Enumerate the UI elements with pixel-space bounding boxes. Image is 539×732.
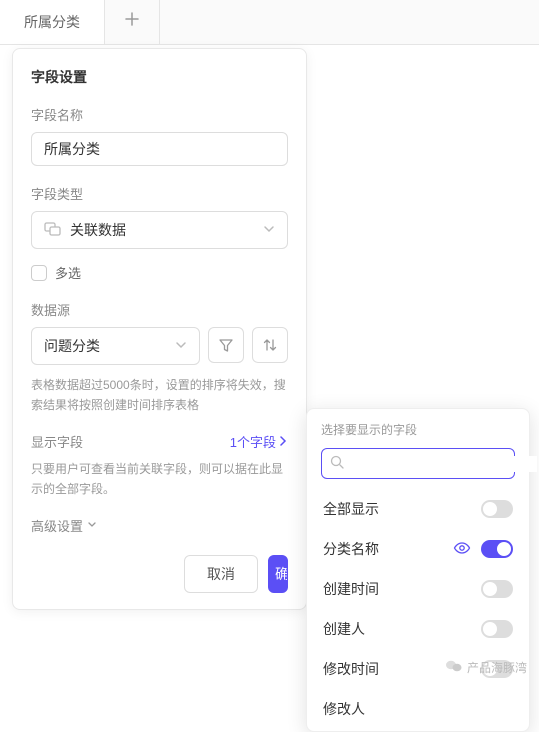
search-box[interactable]: [321, 448, 515, 479]
chevron-down-icon: [263, 222, 275, 238]
field-type-label: 字段类型: [31, 184, 288, 203]
sort-icon: [262, 337, 278, 353]
field-name-label: 字段名称: [31, 105, 288, 124]
field-item-label: 修改人: [323, 699, 365, 719]
field-item-show-all[interactable]: 全部显示: [321, 489, 515, 529]
chevron-right-icon: [278, 436, 288, 446]
toggle-category-name[interactable]: [481, 540, 513, 558]
tab-category[interactable]: 所属分类: [0, 0, 105, 44]
tab-add-button[interactable]: [105, 0, 160, 44]
display-fields-popover: 选择要显示的字段 全部显示 分类名称 创建时间 创建人: [306, 408, 530, 732]
tab-bar: 所属分类: [0, 0, 539, 45]
cancel-button[interactable]: 取消: [184, 555, 258, 593]
field-item-label: 创建人: [323, 619, 365, 639]
confirm-button[interactable]: 确: [268, 555, 288, 593]
field-settings-panel: 字段设置 字段名称 字段类型 关联数据 多选 数据源 问题分类: [12, 48, 307, 610]
plus-icon: [125, 12, 139, 26]
field-item-modified-by[interactable]: 修改人: [321, 689, 515, 729]
advanced-settings-toggle[interactable]: 高级设置: [31, 516, 97, 535]
field-item-label: 分类名称: [323, 539, 379, 559]
panel-title: 字段设置: [31, 67, 288, 87]
wechat-icon: [445, 659, 463, 676]
field-name-input[interactable]: [31, 132, 288, 166]
link-data-icon: [44, 222, 62, 239]
toggle-show-all[interactable]: [481, 500, 513, 518]
multi-select-label: 多选: [55, 263, 81, 282]
field-item-label: 全部显示: [323, 499, 379, 519]
search-icon: [330, 455, 344, 472]
display-fields-hint: 只要用户可查看当前关联字段，则可以据在此显示的全部字段。: [31, 459, 288, 500]
datasource-label: 数据源: [31, 300, 288, 319]
display-fields-label: 显示字段: [31, 432, 83, 451]
datasource-value: 问题分类: [44, 336, 100, 356]
field-item-created-by[interactable]: 创建人: [321, 609, 515, 649]
field-type-select[interactable]: 关联数据: [31, 211, 288, 249]
filter-button[interactable]: [208, 327, 244, 363]
field-item-category-name[interactable]: 分类名称: [321, 529, 515, 569]
chevron-down-icon: [175, 338, 187, 354]
field-type-value: 关联数据: [70, 220, 126, 240]
filter-icon: [218, 337, 234, 353]
toggle-created-time[interactable]: [481, 580, 513, 598]
datasource-hint: 表格数据超过5000条时，设置的排序将失效，搜索结果将按照创建时间排序表格: [31, 375, 288, 416]
datasource-select[interactable]: 问题分类: [31, 327, 200, 365]
watermark: 产品海豚湾: [445, 659, 527, 676]
sort-button[interactable]: [252, 327, 288, 363]
multi-select-checkbox[interactable]: [31, 265, 47, 281]
display-fields-link[interactable]: 1个字段: [230, 432, 288, 451]
popover-title: 选择要显示的字段: [321, 421, 515, 438]
chevron-down-icon: [87, 520, 97, 530]
field-item-label: 创建时间: [323, 579, 379, 599]
eye-icon: [453, 541, 471, 558]
toggle-created-by[interactable]: [481, 620, 513, 638]
multi-select-row: 多选: [31, 263, 288, 282]
field-item-created-time[interactable]: 创建时间: [321, 569, 515, 609]
field-item-label: 修改时间: [323, 659, 379, 679]
search-input[interactable]: [356, 456, 537, 472]
